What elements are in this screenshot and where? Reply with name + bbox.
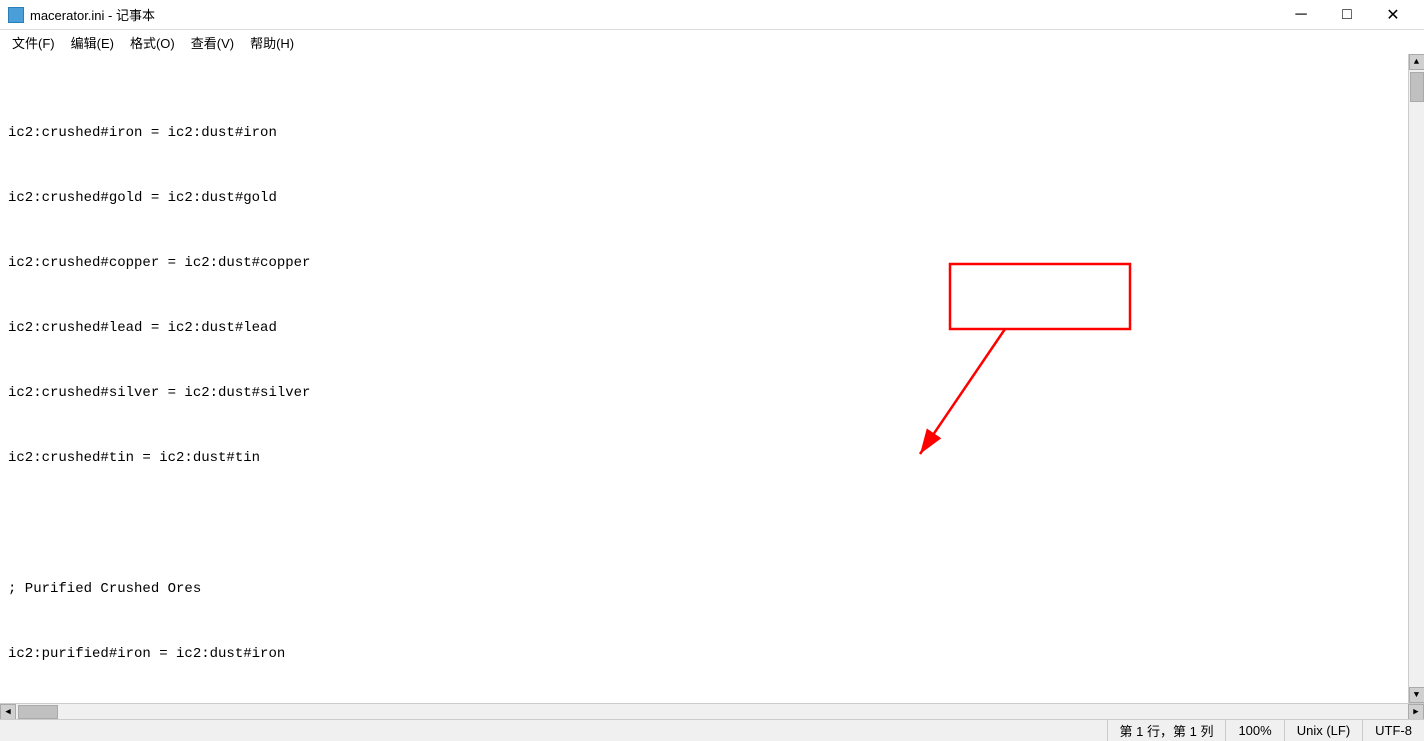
line-6: ic2:crushed#tin = ic2:dust#tin (8, 448, 1400, 470)
line-7 (8, 513, 1400, 535)
close-button[interactable]: ✕ (1370, 0, 1416, 30)
menu-edit[interactable]: 编辑(E) (63, 31, 122, 54)
title-bar: macerator.ini - 记事本 ─ □ ✕ (0, 0, 1424, 30)
title-bar-controls: ─ □ ✕ (1278, 0, 1416, 30)
line-1: ic2:crushed#iron = ic2:dust#iron (8, 123, 1400, 145)
cursor-position: 第 1 行，第 1 列 (1107, 720, 1226, 741)
menu-help[interactable]: 帮助(H) (242, 31, 302, 54)
scroll-down-button[interactable]: ▼ (1409, 687, 1424, 703)
minimize-button[interactable]: ─ (1278, 0, 1324, 30)
line-ending: Unix (LF) (1284, 720, 1362, 741)
scroll-thumb-h[interactable] (18, 705, 58, 719)
menu-file[interactable]: 文件(F) (4, 31, 63, 54)
line-3: ic2:crushed#copper = ic2:dust#copper (8, 253, 1400, 275)
horizontal-scrollbar[interactable]: ◀ ▶ (0, 703, 1424, 719)
editor-content[interactable]: ic2:crushed#iron = ic2:dust#iron ic2:cru… (0, 54, 1408, 703)
line-4: ic2:crushed#lead = ic2:dust#lead (8, 318, 1400, 340)
editor-container: ic2:crushed#iron = ic2:dust#iron ic2:cru… (0, 54, 1424, 703)
zoom-level: 100% (1225, 720, 1283, 741)
window-title: macerator.ini - 记事本 (30, 5, 155, 24)
scroll-up-button[interactable]: ▲ (1409, 54, 1424, 70)
menu-format[interactable]: 格式(O) (122, 31, 183, 54)
line-2: ic2:crushed#gold = ic2:dust#gold (8, 188, 1400, 210)
menu-view[interactable]: 查看(V) (183, 31, 242, 54)
line-8: ; Purified Crushed Ores (8, 579, 1400, 601)
title-bar-left: macerator.ini - 记事本 (8, 5, 155, 24)
scroll-right-button[interactable]: ▶ (1408, 704, 1424, 720)
line-9: ic2:purified#iron = ic2:dust#iron (8, 644, 1400, 666)
status-bar: 第 1 行，第 1 列 100% Unix (LF) UTF-8 (0, 719, 1424, 741)
vertical-scrollbar[interactable]: ▲ ▼ (1408, 54, 1424, 703)
app-icon (8, 7, 24, 23)
scroll-thumb-v[interactable] (1410, 72, 1424, 102)
maximize-button[interactable]: □ (1324, 0, 1370, 30)
scroll-h-track (16, 704, 1408, 719)
encoding: UTF-8 (1362, 720, 1424, 741)
menu-bar: 文件(F) 编辑(E) 格式(O) 查看(V) 帮助(H) (0, 30, 1424, 54)
scroll-left-button[interactable]: ◀ (0, 704, 16, 720)
line-5: ic2:crushed#silver = ic2:dust#silver (8, 383, 1400, 405)
